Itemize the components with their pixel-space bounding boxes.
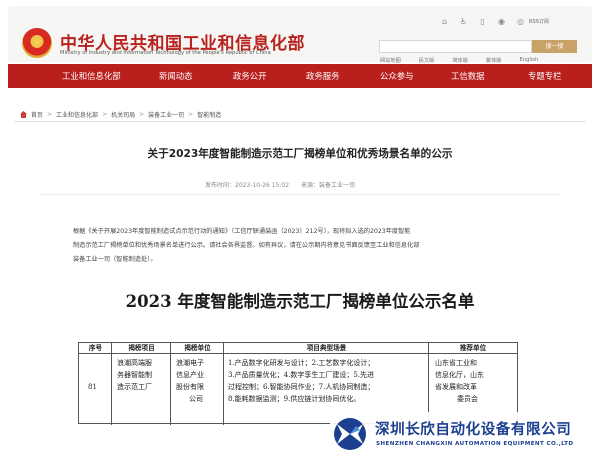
site-header: 中华人民共和国工业和信息化部 Ministry of Industry and … bbox=[8, 6, 592, 64]
table-cell-project: 造示范工厂 bbox=[117, 383, 152, 391]
breadcrumb: 首页 > 工业和信息化部 > 机关司局 > 装备工业一司 > 智能制造 bbox=[20, 110, 221, 119]
article-title: 关于2023年度智能制造示范工厂揭榜单位和优秀场景名单的公示 bbox=[147, 148, 453, 160]
breadcrumb-item[interactable]: 首页 bbox=[31, 110, 43, 119]
company-logo-icon bbox=[334, 418, 366, 450]
quick-link[interactable]: 繁体版 bbox=[486, 57, 502, 64]
table-cell-index: 81 bbox=[88, 383, 97, 391]
article-paragraph-line: 装备工业一司（智能制造处）。 bbox=[73, 256, 157, 263]
table-cell-unit: 股份有限 bbox=[176, 383, 204, 391]
list-heading: 2023 年度智能制造示范工厂揭榜单位公示名单 bbox=[125, 292, 475, 311]
table-header: 项目典型场景 bbox=[306, 344, 347, 352]
nav-item-news[interactable]: 新闻动态 bbox=[159, 64, 193, 88]
table-cell-unit: 浪潮电子 bbox=[176, 359, 204, 367]
nav-item-topics[interactable]: 专题专栏 bbox=[528, 64, 562, 88]
article-paragraph-line: 根据《关于开展2023年度智能制造试点示范行动的通知》（工信厅联通装函〔2023… bbox=[73, 228, 411, 235]
table-cell-scenes: 3.产品质量优化；4.数字孪生工厂建设；5.先进 bbox=[228, 371, 375, 379]
table-cell-unit: 公司 bbox=[189, 395, 203, 403]
rss-link[interactable]: RSS订阅 bbox=[529, 18, 549, 25]
site-subtitle: Ministry of Industry and Information Tec… bbox=[60, 50, 271, 56]
mobile-icon[interactable]: ▯ bbox=[478, 17, 487, 26]
emblem-icon bbox=[22, 28, 52, 58]
company-watermark: 深圳长欣自动化设备有限公司 SHENZHEN CHANGXIN AUTOMATI… bbox=[330, 412, 600, 457]
search-button[interactable]: 搜一搜 bbox=[532, 40, 577, 53]
divider bbox=[40, 194, 560, 195]
breadcrumb-item[interactable]: 装备工业一司 bbox=[148, 110, 184, 119]
utility-icons: ⌂ ♿ ▯ ◉ ◎ RSS订阅 bbox=[440, 17, 549, 26]
breadcrumb-item[interactable]: 机关司局 bbox=[111, 110, 135, 119]
nav-item-services[interactable]: 政务服务 bbox=[306, 64, 340, 88]
home-icon[interactable]: ⌂ bbox=[440, 17, 449, 26]
quick-link[interactable]: English bbox=[520, 57, 539, 64]
main-nav: 工业和信息化部 新闻动态 政务公开 政务服务 公众参与 工信数据 专题专栏 bbox=[8, 64, 592, 88]
quick-links: 网站地图 民文版 简体版 繁体版 English bbox=[380, 57, 538, 64]
weibo-icon[interactable]: ◎ bbox=[516, 17, 525, 26]
table-header: 推荐单位 bbox=[459, 344, 487, 352]
breadcrumb-item[interactable]: 工业和信息化部 bbox=[56, 110, 98, 119]
home-icon bbox=[20, 111, 27, 118]
nav-item-data[interactable]: 工信数据 bbox=[451, 64, 485, 88]
quick-link[interactable]: 网站地图 bbox=[380, 57, 401, 64]
table-cell-recommender: 信息化厅，山东 bbox=[435, 371, 484, 379]
table-cell-project: 务器智能制 bbox=[117, 371, 152, 379]
table-cell-recommender: 省发展和改革 bbox=[435, 383, 477, 391]
nav-item-miit[interactable]: 工业和信息化部 bbox=[62, 64, 121, 88]
table-cell-scenes: 8.能耗数据监测；9.供应链计划协同优化。 bbox=[228, 395, 361, 403]
publish-date: 发布时间：2023-10-26 15:02 bbox=[205, 182, 290, 189]
table-cell-scenes: 1.产品数字化研发与设计；2.工艺数字化设计； bbox=[228, 359, 375, 367]
table-header: 揭榜项目 bbox=[128, 344, 155, 352]
company-name-en: SHENZHEN CHANGXIN AUTOMATION EQUIPMENT C… bbox=[376, 441, 574, 447]
article-paragraph-line: 制造示范工厂揭榜单位和优秀场景名单进行公示。请社会各界监督。如有异议，请在公示期… bbox=[73, 242, 420, 249]
accessibility-icon[interactable]: ♿ bbox=[459, 17, 468, 26]
nav-item-gov-affairs[interactable]: 政务公开 bbox=[233, 64, 267, 88]
table-header: 揭榜单位 bbox=[184, 344, 211, 352]
nav-item-participation[interactable]: 公众参与 bbox=[380, 64, 414, 88]
breadcrumb-item[interactable]: 智能制造 bbox=[197, 110, 221, 119]
search-input[interactable] bbox=[379, 40, 532, 53]
table-cell-scenes: 过程控制；6.智能协同作业；7.人机协同制造； bbox=[228, 383, 375, 391]
article-meta: 发布时间：2023-10-26 15:02 来源：装备工业一司 bbox=[205, 180, 365, 189]
table-cell-recommender: 委员会 bbox=[457, 395, 478, 403]
table-cell-recommender: 山东省工业和 bbox=[435, 359, 477, 367]
breadcrumb-separator: > bbox=[47, 111, 53, 118]
table-header-divider bbox=[79, 353, 517, 354]
quick-link[interactable]: 简体版 bbox=[452, 57, 468, 64]
company-name-cn: 深圳长欣自动化设备有限公司 bbox=[375, 422, 572, 438]
table-header: 序号 bbox=[88, 344, 103, 352]
breadcrumb-separator: > bbox=[139, 111, 145, 118]
table-cell-unit: 信息产业 bbox=[176, 371, 204, 379]
divider bbox=[14, 121, 586, 122]
breadcrumb-separator: > bbox=[188, 111, 194, 118]
article-source: 来源：装备工业一司 bbox=[301, 182, 356, 189]
page: 中华人民共和国工业和信息化部 Ministry of Industry and … bbox=[0, 0, 600, 457]
breadcrumb-separator: > bbox=[102, 111, 108, 118]
wechat-icon[interactable]: ◉ bbox=[497, 17, 506, 26]
table-cell-project: 浪潮高端服 bbox=[117, 359, 152, 367]
quick-link[interactable]: 民文版 bbox=[419, 57, 435, 64]
